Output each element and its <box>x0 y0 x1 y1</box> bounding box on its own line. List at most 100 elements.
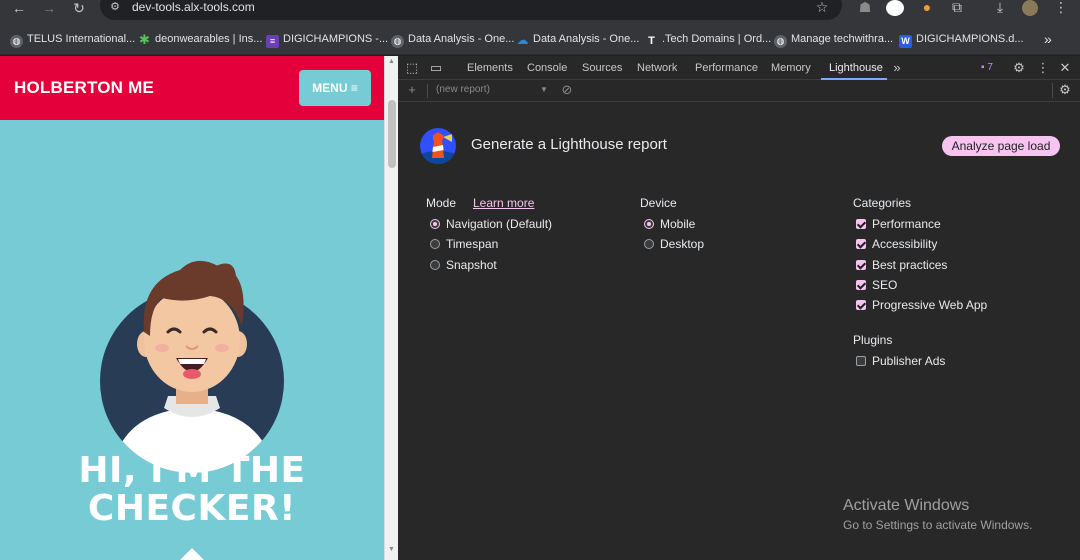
toolbar-divider <box>1052 83 1053 98</box>
menu-button[interactable]: MENU ≡ <box>299 70 371 106</box>
checkbox-checked[interactable] <box>856 300 866 310</box>
report-select-dropdown-icon[interactable]: ▼ <box>540 85 548 94</box>
issues-badge[interactable]: ▪ 7 <box>976 59 998 77</box>
tech-icon: T <box>648 35 655 47</box>
word-icon: W <box>899 35 912 48</box>
checker-avatar-illustration <box>100 260 284 473</box>
device-toolbar-icon[interactable]: ▭ <box>428 59 444 77</box>
new-report-plus-icon[interactable]: + <box>404 81 420 99</box>
categories-label: Categories <box>853 196 912 210</box>
flower-icon: ✱ <box>139 32 150 47</box>
bookmark-item[interactable]: ◍ TELUS International... <box>10 31 135 48</box>
bookmark-item[interactable]: ◍ Data Analysis - One... <box>391 31 514 48</box>
device-option-mobile[interactable]: Mobile <box>644 216 695 232</box>
devtools-settings-gear-icon[interactable]: ⚙ <box>1011 59 1027 77</box>
browser-menu-icon[interactable]: ⋮ <box>1052 0 1070 16</box>
tab-network[interactable]: Network <box>637 56 677 80</box>
category-best-practices[interactable]: Best practices <box>856 257 947 273</box>
reload-icon[interactable]: ↻ <box>68 0 90 18</box>
checkbox-checked[interactable] <box>856 239 866 249</box>
tab-elements[interactable]: Elements <box>467 56 513 80</box>
extensions-puzzle-icon[interactable]: ⧉ <box>948 0 966 16</box>
site-header: HOLBERTON ME MENU ≡ <box>0 56 384 120</box>
tab-console[interactable]: Console <box>527 56 567 80</box>
bookmark-item[interactable]: ✱ deonwearables | Ins... <box>138 31 262 47</box>
web-page-viewport: HOLBERTON ME MENU ≡ HI, I'M THE CHECKER! <box>0 56 384 560</box>
tab-memory[interactable]: Memory <box>771 56 811 80</box>
extension-colorful-icon[interactable] <box>886 0 904 16</box>
bookmarks-overflow-chevron[interactable]: » <box>1044 31 1052 47</box>
tab-performance[interactable]: Performance <box>695 56 758 80</box>
more-tabs-chevron-icon[interactable]: » <box>889 59 905 77</box>
extension-robot-icon[interactable]: ☗ <box>856 0 874 16</box>
devtools-more-menu-icon[interactable]: ⋮ <box>1035 59 1051 77</box>
toolbar-divider <box>427 84 428 98</box>
category-seo[interactable]: SEO <box>856 277 897 293</box>
checkbox-checked[interactable] <box>856 260 866 270</box>
bookmark-item[interactable]: ≡ DIGICHAMPIONS -... <box>266 31 388 48</box>
onedrive-icon: ☁ <box>516 33 529 47</box>
radio-selected[interactable] <box>430 219 440 229</box>
scrollbar-thumb[interactable] <box>388 100 396 168</box>
learn-more-link[interactable]: Learn more <box>473 196 534 210</box>
checkbox-checked[interactable] <box>856 280 866 290</box>
analyze-page-load-button[interactable]: Analyze page load <box>942 136 1060 156</box>
inspect-element-icon[interactable]: ⬚ <box>404 59 420 77</box>
mode-label: Mode <box>426 196 457 210</box>
radio-unselected[interactable] <box>644 239 654 249</box>
checkbox-unchecked[interactable] <box>856 356 866 366</box>
profile-avatar-icon[interactable] <box>1022 0 1038 16</box>
tab-sources[interactable]: Sources <box>582 56 622 80</box>
globe-icon: ◍ <box>10 35 23 48</box>
category-performance[interactable]: Performance <box>856 216 941 232</box>
site-info-icon[interactable]: ⚙ <box>106 0 124 16</box>
bookmark-item[interactable]: W DIGICHAMPIONS.d... <box>899 31 1024 48</box>
devtools-tab-bar: ⬚ ▭ Elements Console Sources Network Per… <box>398 56 1080 80</box>
close-devtools-icon[interactable]: ✕ <box>1057 59 1073 77</box>
category-pwa[interactable]: Progressive Web App <box>856 297 987 313</box>
page-scrollbar[interactable]: ▲ ▼ <box>384 56 398 560</box>
mode-option-navigation[interactable]: Navigation (Default) <box>430 216 552 232</box>
globe-icon: ◍ <box>774 35 787 48</box>
radio-selected[interactable] <box>644 219 654 229</box>
lighthouse-settings-gear-icon[interactable]: ⚙ <box>1057 81 1073 99</box>
mode-option-snapshot[interactable]: Snapshot <box>430 257 497 273</box>
lighthouse-logo-icon <box>420 128 456 164</box>
checkbox-checked[interactable] <box>856 219 866 229</box>
bookmark-item[interactable]: T .Tech Domains | Ord... <box>645 31 771 47</box>
tab-lighthouse[interactable]: Lighthouse <box>829 56 883 80</box>
scroll-up-triangle-icon <box>180 548 204 560</box>
windows-activation-subtitle: Go to Settings to activate Windows. <box>843 518 1033 532</box>
globe-icon: ◍ <box>391 35 404 48</box>
site-title[interactable]: HOLBERTON ME <box>14 78 154 98</box>
browser-toolbar: ← → ↻ ⚙ dev-tools.alx-tools.com ☆ ☗ ● ⧉ … <box>0 0 1080 22</box>
plugin-publisher-ads[interactable]: Publisher Ads <box>856 353 945 369</box>
category-accessibility[interactable]: Accessibility <box>856 236 937 252</box>
windows-activation-title: Activate Windows <box>843 497 970 514</box>
radio-unselected[interactable] <box>430 260 440 270</box>
forms-icon: ≡ <box>266 35 279 48</box>
scroll-down-arrow-icon[interactable]: ▼ <box>388 546 395 553</box>
bookmark-item[interactable]: ◍ Manage techwithra... <box>774 31 893 48</box>
mode-option-timespan[interactable]: Timespan <box>430 236 498 252</box>
device-label: Device <box>640 196 677 210</box>
forward-arrow-icon[interactable]: → <box>38 0 60 18</box>
bookmark-star-icon[interactable]: ☆ <box>813 0 831 16</box>
back-arrow-icon[interactable]: ← <box>8 0 30 18</box>
radio-unselected[interactable] <box>430 239 440 249</box>
bookmark-item[interactable]: ☁ Data Analysis - One... <box>516 31 640 47</box>
hero-line-1: HI, I'M THE <box>78 450 306 491</box>
download-icon[interactable]: ⤓ <box>991 0 1009 16</box>
scroll-up-arrow-icon[interactable]: ▲ <box>388 58 395 65</box>
report-select[interactable]: (new report) <box>436 84 490 95</box>
clear-reports-icon[interactable]: ⊘ <box>559 81 575 99</box>
bookmarks-bar: ◍ TELUS International... ✱ deonwearables |… <box>0 22 1080 55</box>
hero-heading: HI, I'M THE CHECKER! <box>0 452 384 528</box>
lighthouse-toolbar: + (new report) ▼ ⊘ ⚙ <box>398 80 1080 102</box>
plugins-label: Plugins <box>853 333 893 347</box>
devtools-panel: ⬚ ▭ Elements Console Sources Network Per… <box>398 56 1080 560</box>
hero-line-2: CHECKER! <box>87 488 297 529</box>
url-text[interactable]: dev-tools.alx-tools.com <box>132 0 255 15</box>
extension-orange-icon[interactable]: ● <box>918 0 936 16</box>
device-option-desktop[interactable]: Desktop <box>644 236 704 252</box>
